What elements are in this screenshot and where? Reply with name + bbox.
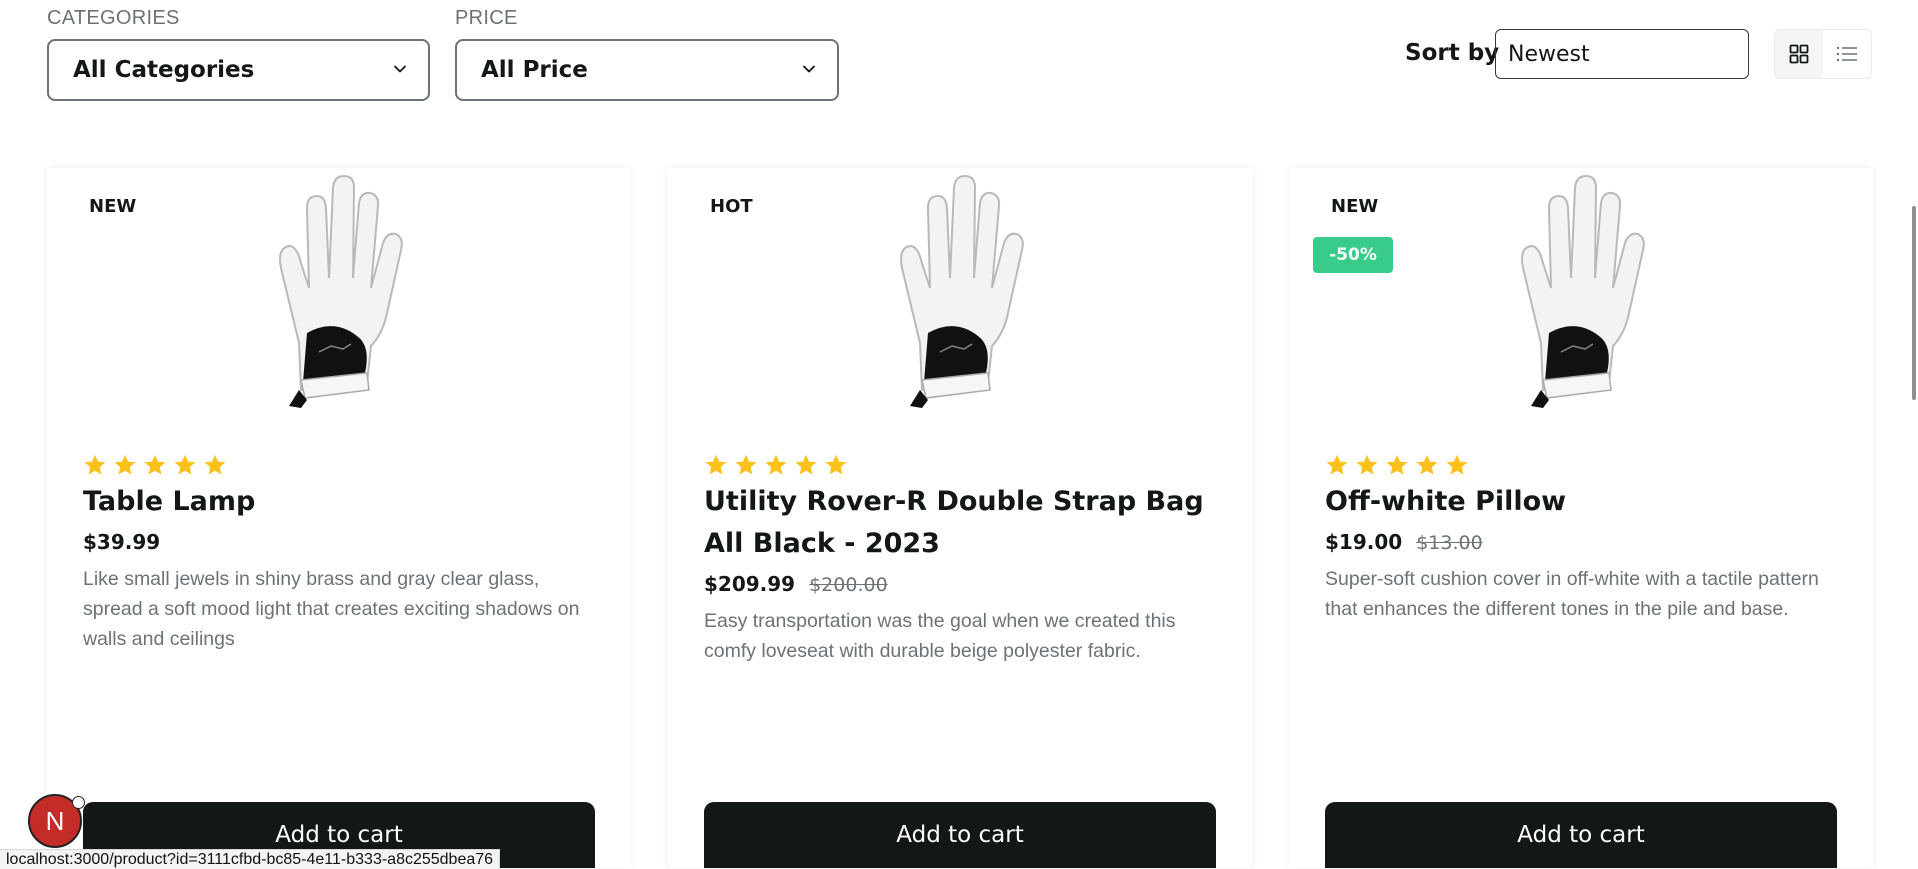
product-old-price: $13.00 bbox=[1416, 532, 1483, 554]
star-icon bbox=[114, 454, 136, 475]
discount-badge: -50% bbox=[1313, 237, 1393, 273]
price-select-value: All Price bbox=[481, 57, 588, 83]
nextjs-logo-icon: N bbox=[45, 805, 65, 836]
product-title[interactable]: Utility Rover-R Double Strap Bag All Bla… bbox=[704, 481, 1224, 565]
sort-label: Sort by bbox=[1405, 40, 1500, 66]
star-icon bbox=[1356, 454, 1378, 475]
product-title[interactable]: Table Lamp bbox=[83, 481, 603, 523]
sort-select-value: Newest bbox=[1508, 41, 1590, 67]
chevron-down-icon bbox=[394, 65, 406, 73]
link-status-bar: localhost:3000/product?id=3111cfbd-bc85-… bbox=[0, 849, 501, 869]
product-description: Like small jewels in shiny brass and gra… bbox=[83, 568, 580, 650]
price-row: $19.00 $13.00 bbox=[1325, 530, 1483, 554]
price-row: $39.99 bbox=[83, 530, 160, 554]
golf-glove-image[interactable] bbox=[880, 168, 1040, 418]
golf-glove-image[interactable] bbox=[1501, 168, 1661, 418]
price-row: $209.99 $200.00 bbox=[704, 572, 888, 596]
chevron-down-icon bbox=[803, 65, 815, 73]
star-icon bbox=[144, 454, 166, 475]
indicator-dot bbox=[72, 796, 85, 809]
categories-select[interactable]: All Categories bbox=[47, 39, 430, 101]
list-icon bbox=[1836, 46, 1857, 62]
sort-select[interactable]: Newest bbox=[1495, 29, 1749, 79]
star-icon bbox=[795, 454, 817, 475]
star-icon bbox=[1416, 454, 1438, 475]
scrollbar-thumb[interactable] bbox=[1912, 206, 1916, 400]
product-badge: NEW bbox=[89, 196, 137, 217]
product-description: Super-soft cushion cover in off-white wi… bbox=[1325, 568, 1819, 620]
view-toggle bbox=[1774, 29, 1872, 79]
star-icon bbox=[204, 454, 226, 475]
star-icon bbox=[765, 454, 787, 475]
star-icon bbox=[84, 454, 106, 475]
list-view-button[interactable] bbox=[1823, 30, 1871, 78]
rating-stars bbox=[1325, 453, 1469, 477]
rating-stars bbox=[704, 453, 848, 477]
golf-glove-image[interactable] bbox=[259, 168, 419, 418]
product-badge: NEW bbox=[1331, 196, 1379, 217]
product-description: Easy transportation was the goal when we… bbox=[704, 610, 1176, 662]
product-price: $39.99 bbox=[83, 530, 161, 554]
product-badge: HOT bbox=[710, 196, 753, 217]
product-card[interactable]: NEW -50% Off-white Pillow $19.00 $13.00 … bbox=[1289, 168, 1873, 868]
grid-view-button[interactable] bbox=[1775, 30, 1823, 78]
product-card[interactable]: HOT Utility Rover-R Double Strap Bag All… bbox=[668, 168, 1252, 868]
price-select[interactable]: All Price bbox=[455, 39, 839, 101]
star-icon bbox=[735, 454, 757, 475]
add-to-cart-button[interactable]: Add to cart bbox=[704, 802, 1216, 868]
star-icon bbox=[1386, 454, 1408, 475]
product-title[interactable]: Off-white Pillow bbox=[1325, 481, 1845, 523]
star-icon bbox=[1446, 454, 1468, 475]
product-card[interactable]: NEW Table Lamp $39.99 Like small jewels … bbox=[47, 168, 631, 868]
star-icon bbox=[1326, 454, 1348, 475]
rating-stars bbox=[83, 453, 227, 477]
grid-icon bbox=[1789, 44, 1809, 64]
product-price: $209.99 bbox=[704, 572, 796, 596]
star-icon bbox=[825, 454, 847, 475]
categories-label: CATEGORIES bbox=[47, 7, 180, 29]
categories-select-value: All Categories bbox=[73, 57, 255, 83]
star-icon bbox=[705, 454, 727, 475]
product-price: $19.00 bbox=[1325, 530, 1403, 554]
add-to-cart-button[interactable]: Add to cart bbox=[1325, 802, 1837, 868]
product-old-price: $200.00 bbox=[809, 574, 888, 596]
star-icon bbox=[174, 454, 196, 475]
price-label: PRICE bbox=[455, 7, 518, 29]
